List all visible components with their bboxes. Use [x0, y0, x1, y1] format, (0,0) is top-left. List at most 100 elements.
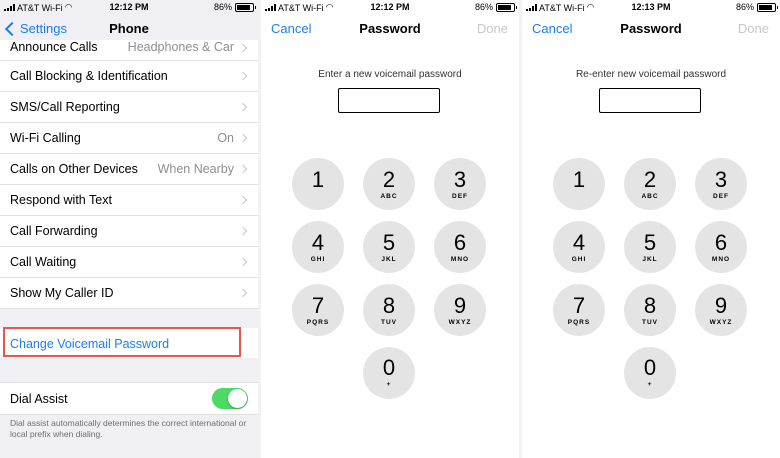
key-digit: 0 — [643, 355, 657, 380]
chevron-right-icon — [238, 164, 248, 174]
row-sms-call-reporting[interactable]: SMS/Call Reporting — [0, 92, 258, 123]
keypad-key-9[interactable]: 9 WXYZ — [434, 284, 486, 336]
status-bar: AT&T Wi-Fi ◠ 12:12 PM 86% — [261, 0, 519, 14]
dial-assist-toggle[interactable] — [212, 388, 248, 409]
status-bar: AT&T Wi-Fi ◠ 12:13 PM 86% — [522, 0, 780, 14]
key-letters: GHI — [571, 256, 587, 263]
keypad-key-5[interactable]: 5 JKL — [363, 221, 415, 273]
keypad-key-3[interactable]: 3 DEF — [434, 158, 486, 210]
chevron-right-icon — [238, 102, 248, 112]
password-prompt: Re-enter new voicemail password — [575, 69, 727, 80]
key-letters: WXYZ — [448, 319, 472, 326]
password-prompt: Enter a new voicemail password — [318, 69, 462, 80]
password-input[interactable] — [599, 88, 701, 113]
key-digit: 9 — [714, 293, 728, 318]
keypad-key-1[interactable]: 1 — [553, 158, 605, 210]
row-wifi-calling[interactable]: Wi-Fi Calling On — [0, 123, 258, 154]
row-announce-calls[interactable]: Announce Calls Headphones & Car — [0, 40, 258, 61]
key-digit: 7 — [311, 293, 325, 318]
key-letters: JKL — [381, 256, 397, 263]
key-letters: GHI — [310, 256, 326, 263]
chevron-right-icon — [238, 43, 248, 53]
keypad-key-6[interactable]: 6 MNO — [695, 221, 747, 273]
keypad-key-9[interactable]: 9 WXYZ — [695, 284, 747, 336]
key-digit: 4 — [311, 230, 325, 255]
dial-assist-note: Dial assist automatically determines the… — [10, 418, 247, 439]
page-title: Phone — [109, 21, 149, 36]
battery-icon — [235, 2, 256, 12]
key-digit: 7 — [572, 293, 586, 318]
row-calls-other-devices[interactable]: Calls on Other Devices When Nearby — [0, 154, 258, 185]
done-button[interactable]: Done — [738, 21, 769, 36]
toggle-knob — [228, 389, 247, 408]
row-call-blocking[interactable]: Call Blocking & Identification — [0, 61, 258, 92]
keypad-key-1[interactable]: 1 — [292, 158, 344, 210]
chevron-right-icon — [238, 226, 248, 236]
battery-icon — [496, 2, 517, 12]
nav-bar: Cancel Password Done — [522, 14, 780, 44]
keypad-key-4[interactable]: 4 GHI — [292, 221, 344, 273]
key-letters: ABC — [380, 193, 398, 200]
dial-assist-label: Dial Assist — [10, 392, 68, 406]
nav-bar: Cancel Password Done — [261, 14, 519, 44]
password-screen-enter: AT&T Wi-Fi ◠ 12:12 PM 86% Cancel Passwor… — [261, 0, 519, 458]
phone-settings-screen: AT&T Wi-Fi ◠ 12:12 PM 86% Settings Phone… — [0, 0, 258, 458]
settings-list: Announce Calls Headphones & Car Call Blo… — [0, 40, 258, 309]
battery-percent: 86% — [735, 2, 754, 12]
key-digit: 6 — [714, 230, 728, 255]
row-respond-with-text[interactable]: Respond with Text — [0, 185, 258, 216]
key-letters: WXYZ — [709, 319, 733, 326]
key-digit: 9 — [453, 293, 467, 318]
chevron-right-icon — [238, 257, 248, 267]
keypad-key-0[interactable]: 0 + — [624, 347, 676, 399]
keypad-key-8[interactable]: 8 TUV — [624, 284, 676, 336]
chevron-right-icon — [238, 288, 248, 298]
key-letters: TUV — [642, 319, 658, 326]
screenshot-collage: AT&T Wi-Fi ◠ 12:12 PM 86% Settings Phone… — [0, 0, 780, 458]
battery-percent: 86% — [213, 2, 232, 12]
key-letters: TUV — [381, 319, 397, 326]
key-letters: DEF — [452, 193, 468, 200]
chevron-right-icon — [238, 195, 248, 205]
keypad-key-0[interactable]: 0 + — [363, 347, 415, 399]
keypad-key-5[interactable]: 5 JKL — [624, 221, 676, 273]
done-button[interactable]: Done — [477, 21, 508, 36]
password-input[interactable] — [338, 88, 440, 113]
key-digit: 0 — [382, 355, 396, 380]
key-letters: MNO — [711, 256, 731, 263]
key-letters: MNO — [450, 256, 470, 263]
key-digit: 5 — [643, 230, 657, 255]
key-letters: + — [647, 381, 653, 388]
key-digit: 3 — [453, 167, 467, 192]
highlight-box — [3, 327, 241, 357]
key-digit: 4 — [572, 230, 586, 255]
key-digit: 2 — [643, 167, 657, 192]
keypad-key-8[interactable]: 8 TUV — [363, 284, 415, 336]
key-letters: PQRS — [306, 319, 330, 326]
row-show-caller-id[interactable]: Show My Caller ID — [0, 278, 258, 309]
keypad-key-7[interactable]: 7 PQRS — [553, 284, 605, 336]
row-call-waiting[interactable]: Call Waiting — [0, 247, 258, 278]
chevron-right-icon — [238, 133, 248, 143]
key-letters: DEF — [713, 193, 729, 200]
key-digit: 3 — [714, 167, 728, 192]
key-letters: + — [386, 381, 392, 388]
chevron-right-icon — [238, 71, 248, 81]
keypad-key-7[interactable]: 7 PQRS — [292, 284, 344, 336]
key-digit: 1 — [311, 167, 325, 192]
row-call-forwarding[interactable]: Call Forwarding — [0, 216, 258, 247]
key-digit: 5 — [382, 230, 396, 255]
key-letters: ABC — [641, 193, 659, 200]
password-screen-reenter: AT&T Wi-Fi ◠ 12:13 PM 86% Cancel Passwor… — [522, 0, 780, 458]
keypad-key-2[interactable]: 2 ABC — [363, 158, 415, 210]
keypad-key-6[interactable]: 6 MNO — [434, 221, 486, 273]
key-digit: 8 — [382, 293, 396, 318]
key-digit: 8 — [643, 293, 657, 318]
keypad-key-2[interactable]: 2 ABC — [624, 158, 676, 210]
key-digit: 2 — [382, 167, 396, 192]
key-letters: JKL — [642, 256, 658, 263]
keypad-key-3[interactable]: 3 DEF — [695, 158, 747, 210]
key-digit: 1 — [572, 167, 586, 192]
key-letters: PQRS — [567, 319, 591, 326]
keypad-key-4[interactable]: 4 GHI — [553, 221, 605, 273]
